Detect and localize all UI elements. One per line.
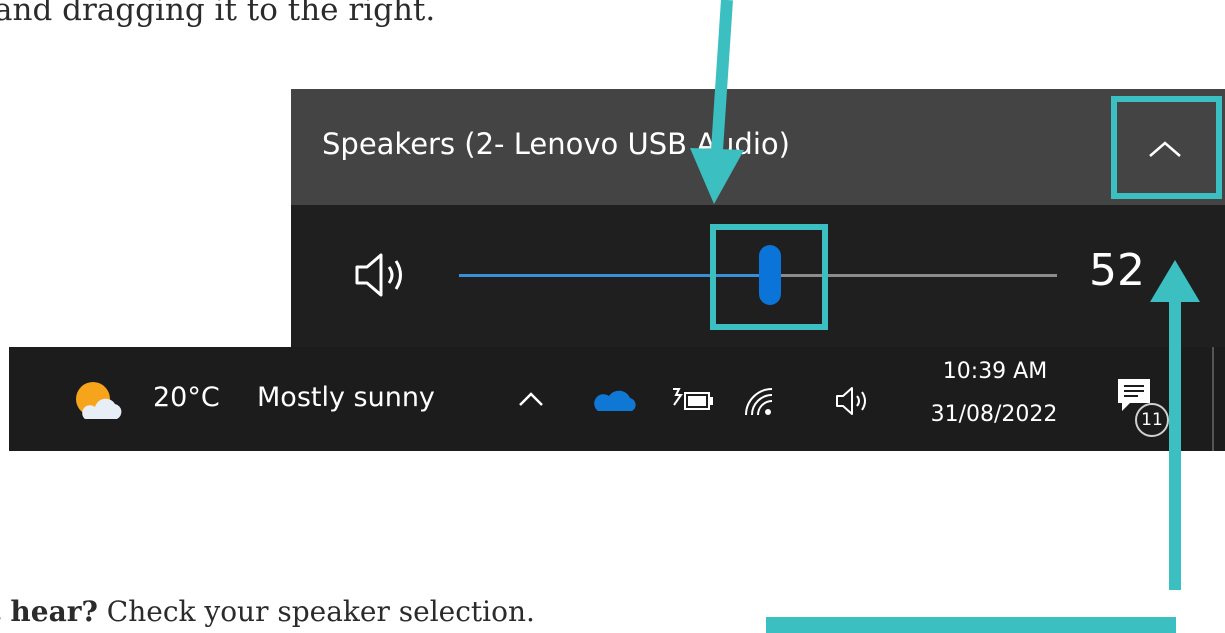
annotation-callout-box — [766, 617, 1176, 633]
annotation-arrows — [690, 0, 1200, 590]
arrow-down-to-slider — [690, 0, 744, 204]
arrow-up-to-value — [1150, 260, 1200, 590]
